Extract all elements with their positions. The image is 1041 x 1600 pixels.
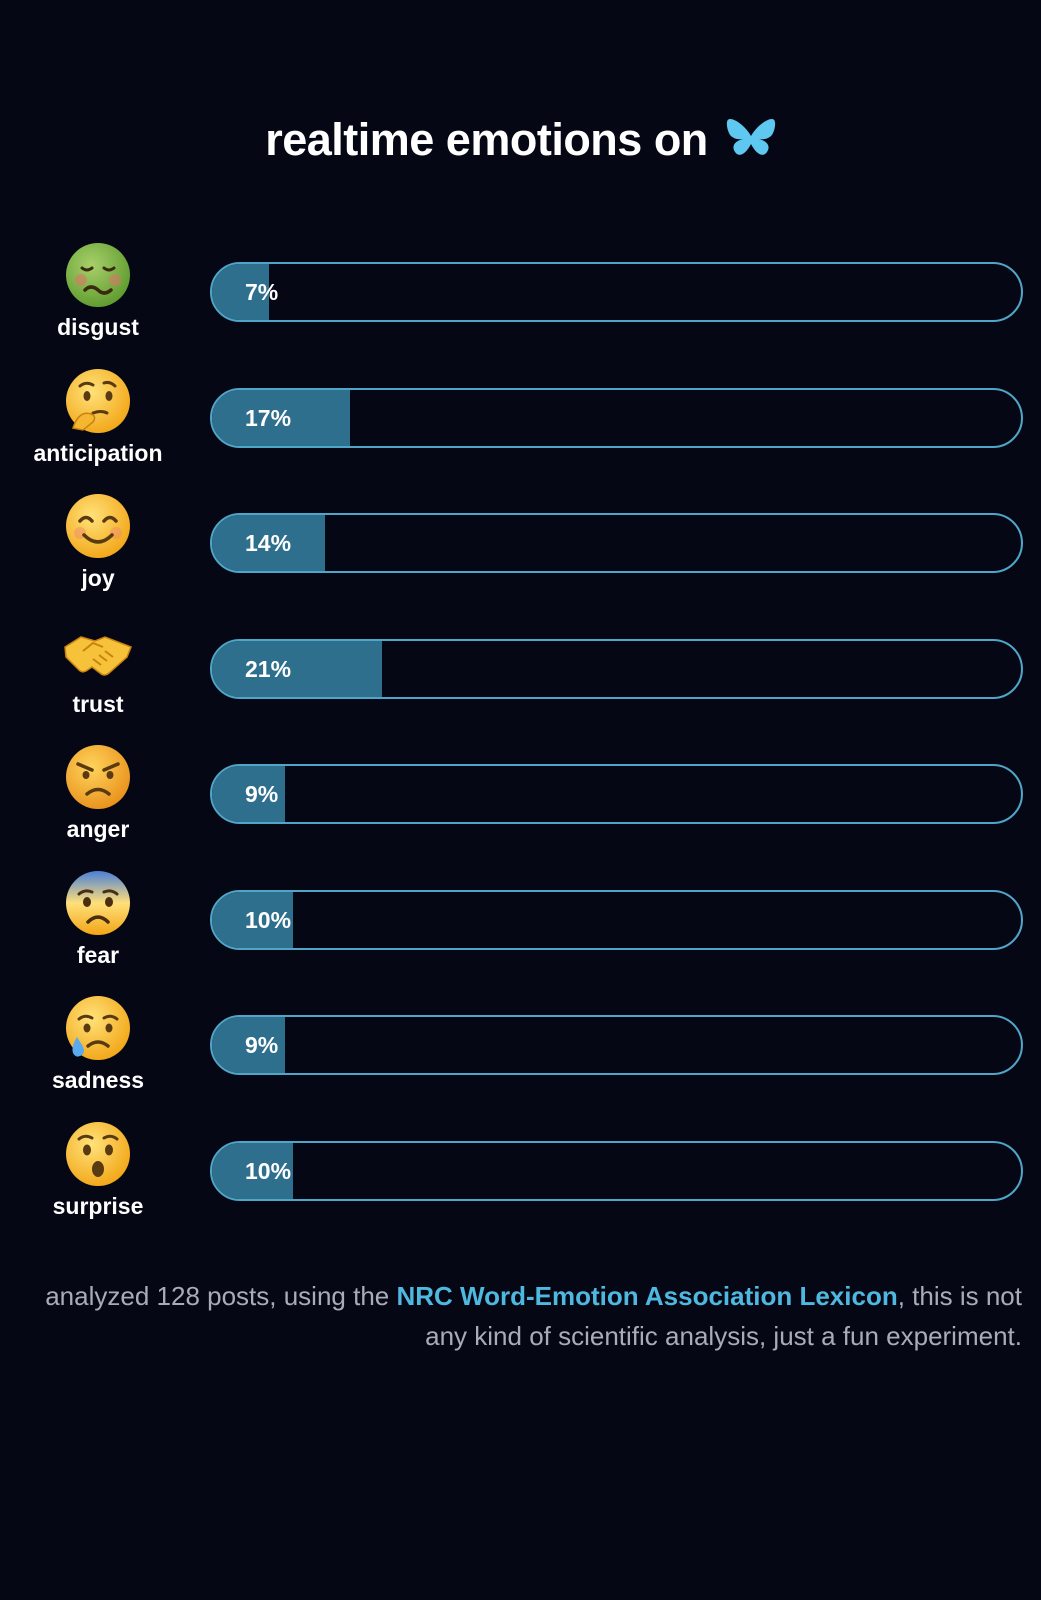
emotion-label-group: disgust	[0, 240, 196, 342]
category-label: anticipation	[33, 439, 163, 466]
emotion-row-surprise: surprise 10%	[0, 1119, 1041, 1229]
value-label: 17%	[245, 404, 292, 431]
value-label: 7%	[245, 279, 279, 305]
value-label: 21%	[245, 655, 292, 682]
bar-track: 14%	[210, 513, 1023, 573]
footer-text-before: analyzed 128 posts, using the	[45, 1281, 397, 1311]
emotion-row-fear: fear 10%	[0, 868, 1041, 978]
category-label: sadness	[51, 1067, 145, 1093]
bar-track: 21%	[210, 638, 1023, 699]
emotion-label-group: anticipation	[0, 366, 196, 468]
category-label: joy	[81, 565, 115, 591]
emotion-row-sadness: sadness 9%	[0, 993, 1041, 1103]
category-label: disgust	[57, 314, 139, 340]
category-label: trust	[72, 690, 124, 717]
emotion-label-group: sadness	[0, 993, 196, 1095]
crying-face-icon	[66, 996, 130, 1060]
bar-track: 9%	[210, 764, 1023, 824]
handshake-icon	[64, 635, 132, 676]
category-label: fear	[76, 941, 120, 968]
smiling-face-icon	[66, 494, 130, 558]
fearful-face-icon	[66, 870, 130, 935]
value-label: 14%	[245, 530, 292, 556]
emotion-label-group: surprise	[0, 1119, 196, 1221]
bar-track: 9%	[210, 1015, 1023, 1075]
page-title: realtime emotions on	[0, 108, 1041, 172]
bar-track: 10%	[210, 1140, 1023, 1201]
bar-track: 7%	[210, 262, 1023, 322]
emotion-row-joy: joy 14%	[0, 491, 1041, 601]
value-label: 9%	[245, 781, 279, 807]
emotion-row-anticipation: anticipation 17%	[0, 366, 1041, 476]
emotion-label-group: joy	[0, 491, 196, 593]
bar-trust	[212, 640, 382, 697]
bar-track: 17%	[210, 387, 1023, 448]
value-label: 10%	[245, 906, 292, 933]
astonished-face-icon	[66, 1121, 130, 1186]
bar-track: 10%	[210, 889, 1023, 950]
nauseated-face-icon	[66, 243, 130, 307]
angry-face-icon	[66, 745, 130, 809]
emotion-label-group: fear	[0, 868, 196, 970]
emotion-label-group: trust	[0, 617, 196, 719]
emotion-row-anger: anger 9%	[0, 742, 1041, 852]
bluesky-butterfly-icon	[726, 119, 775, 155]
category-label: anger	[66, 816, 130, 842]
footer-note: analyzed 128 posts, using the NRC Word-E…	[0, 1276, 1022, 1356]
nrc-lexicon-link[interactable]: NRC Word-Emotion Association Lexicon	[396, 1281, 897, 1311]
value-label: 9%	[245, 1032, 279, 1058]
value-label: 10%	[245, 1157, 292, 1184]
emotion-label-group: anger	[0, 742, 196, 844]
thinking-face-icon	[66, 368, 130, 433]
emotion-row-disgust: disgust 7%	[0, 240, 1041, 350]
category-label: surprise	[52, 1192, 144, 1219]
page-title-text: realtime emotions on	[265, 114, 708, 165]
emotion-row-trust: trust 21%	[0, 617, 1041, 727]
